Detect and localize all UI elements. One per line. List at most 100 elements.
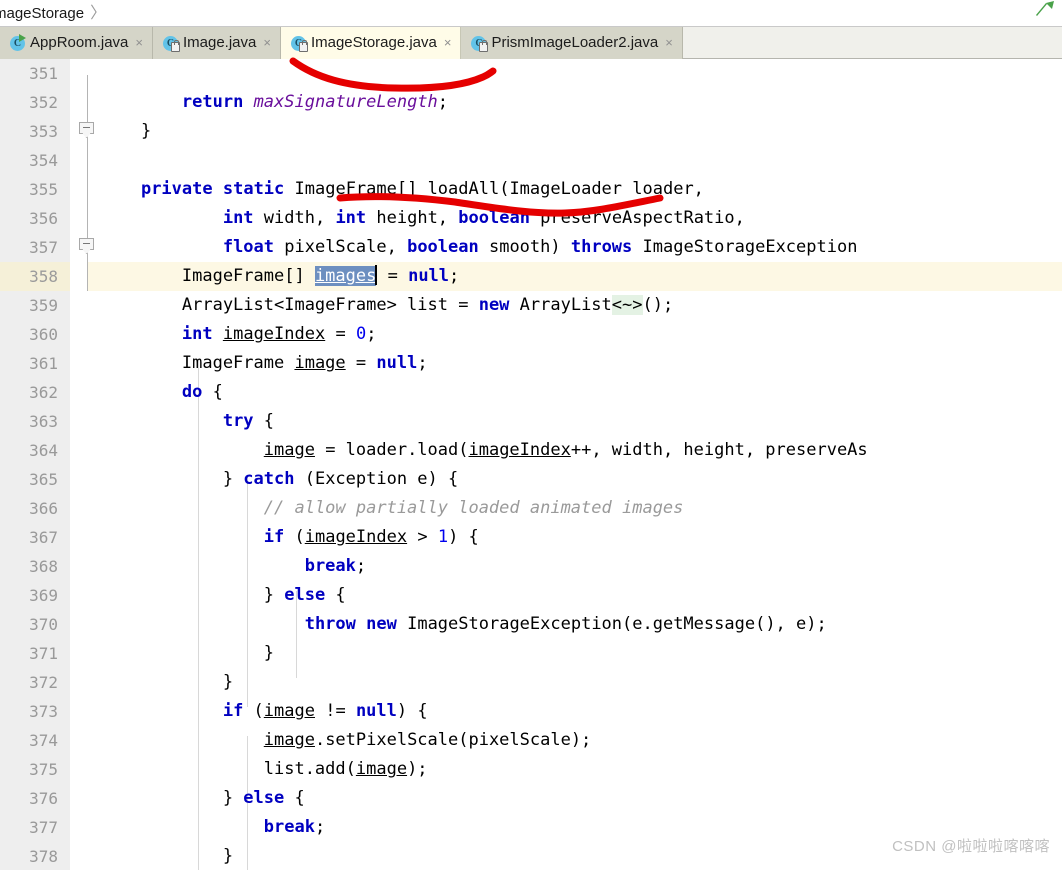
green-check-arrow-icon[interactable]: [1034, 0, 1056, 20]
line-content[interactable]: }: [100, 668, 233, 697]
code-line[interactable]: 362 do {: [0, 378, 1062, 407]
java-class-locked-icon: C: [290, 35, 308, 52]
line-content[interactable]: }: [100, 639, 274, 668]
code-line[interactable]: 371 }: [0, 639, 1062, 668]
java-class-locked-icon: C: [162, 35, 180, 52]
selected-token[interactable]: images: [314, 266, 377, 286]
line-content[interactable]: int width, int height, boolean preserveA…: [100, 204, 745, 233]
line-content[interactable]: if (image != null) {: [100, 697, 428, 726]
tab-image-java[interactable]: C Image.java ×: [152, 27, 281, 59]
line-content[interactable]: image = loader.load(imageIndex++, width,…: [100, 436, 868, 465]
line-number: 367: [29, 528, 58, 547]
watermark: CSDN @啦啦啦喀喀喀: [892, 838, 1050, 855]
line-number: 360: [29, 325, 58, 344]
code-line[interactable]: 373 if (image != null) {: [0, 697, 1062, 726]
line-number: 362: [29, 383, 58, 402]
line-content[interactable]: break;: [100, 813, 325, 842]
line-number: 369: [29, 586, 58, 605]
line-number: 377: [29, 818, 58, 837]
line-content[interactable]: return maxSignatureLength;: [100, 88, 448, 117]
line-content[interactable]: } else {: [100, 784, 305, 813]
tab-close-icon[interactable]: ×: [135, 27, 143, 59]
breadcrumb-class-name[interactable]: mageStorage: [0, 0, 84, 27]
code-line[interactable]: 372 }: [0, 668, 1062, 697]
line-number: 356: [29, 209, 58, 228]
line-content[interactable]: private static ImageFrame[] loadAll(Imag…: [100, 175, 704, 204]
code-line[interactable]: 363 try {: [0, 407, 1062, 436]
tab-close-icon[interactable]: ×: [665, 27, 673, 59]
tab-label: AppRoom.java: [30, 34, 129, 51]
line-number: 373: [29, 702, 58, 721]
line-number: 372: [29, 673, 58, 692]
code-line[interactable]: 355 private static ImageFrame[] loadAll(…: [0, 175, 1062, 204]
line-content[interactable]: } else {: [100, 581, 346, 610]
line-number: 370: [29, 615, 58, 634]
code-line[interactable]: 375 list.add(image);: [0, 755, 1062, 784]
line-content[interactable]: do {: [100, 378, 223, 407]
line-number: 378: [29, 847, 58, 866]
java-class-locked-icon: C: [471, 35, 489, 52]
tab-approom-java[interactable]: C AppRoom.java ×: [0, 27, 153, 59]
tab-label: Image.java: [182, 34, 257, 51]
line-number: 365: [29, 470, 58, 489]
code-line[interactable]: 359 ArrayList<ImageFrame> list = new Arr…: [0, 291, 1062, 320]
tab-imagestorage-java[interactable]: C ImageStorage.java ×: [280, 27, 462, 59]
code-line[interactable]: 369 } else {: [0, 581, 1062, 610]
line-content[interactable]: image.setPixelScale(pixelScale);: [100, 726, 592, 755]
code-line[interactable]: 354: [0, 146, 1062, 175]
line-content[interactable]: ImageFrame[] images = null;: [100, 262, 459, 291]
line-content[interactable]: int imageIndex = 0;: [100, 320, 377, 349]
code-line[interactable]: 365 } catch (Exception e) {: [0, 465, 1062, 494]
line-content[interactable]: if (imageIndex > 1) {: [100, 523, 479, 552]
code-editor[interactable]: 351 352 return maxSignatureLength; 353 }…: [0, 59, 1062, 870]
editor-tab-bar: C AppRoom.java × C Image.java × C ImageS…: [0, 27, 1062, 59]
code-line[interactable]: 374 image.setPixelScale(pixelScale);: [0, 726, 1062, 755]
line-number: 352: [29, 93, 58, 112]
line-number: 359: [29, 296, 58, 315]
ide-editor-window: mageStorage 〉 C AppRoom.java × C Image.j…: [0, 0, 1062, 870]
tab-prismimageloader2-java[interactable]: C PrismImageLoader2.java ×: [461, 27, 683, 59]
line-content[interactable]: try {: [100, 407, 274, 436]
tab-close-icon[interactable]: ×: [444, 27, 452, 59]
line-number: 371: [29, 644, 58, 663]
line-number: 353: [29, 122, 58, 141]
code-line[interactable]: 370 throw new ImageStorageException(e.ge…: [0, 610, 1062, 639]
code-line[interactable]: 351: [0, 59, 1062, 88]
code-line[interactable]: 361 ImageFrame image = null;: [0, 349, 1062, 378]
line-content[interactable]: throw new ImageStorageException(e.getMes…: [100, 610, 827, 639]
line-number: 375: [29, 760, 58, 779]
line-content[interactable]: }: [100, 117, 151, 146]
line-content[interactable]: list.add(image);: [100, 755, 428, 784]
code-line[interactable]: 367 if (imageIndex > 1) {: [0, 523, 1062, 552]
line-number: 376: [29, 789, 58, 808]
code-line[interactable]: 368 break;: [0, 552, 1062, 581]
code-line[interactable]: 352 return maxSignatureLength;: [0, 88, 1062, 117]
line-content[interactable]: ImageFrame image = null;: [100, 349, 428, 378]
line-number: 363: [29, 412, 58, 431]
code-line[interactable]: 360 int imageIndex = 0;: [0, 320, 1062, 349]
code-line[interactable]: 366 // allow partially loaded animated i…: [0, 494, 1062, 523]
line-number: 357: [29, 238, 58, 257]
line-content[interactable]: // allow partially loaded animated image…: [100, 494, 684, 523]
code-line[interactable]: 376 } else {: [0, 784, 1062, 813]
breadcrumb-separator-icon: 〉: [90, 4, 107, 22]
line-number: 364: [29, 441, 58, 460]
code-line[interactable]: 357 float pixelScale, boolean smooth) th…: [0, 233, 1062, 262]
line-content[interactable]: }: [100, 842, 233, 870]
tab-bar-filler: [682, 27, 1062, 58]
line-content[interactable]: break;: [100, 552, 366, 581]
line-content[interactable]: } catch (Exception e) {: [100, 465, 458, 494]
line-number: 351: [29, 64, 58, 83]
breadcrumb[interactable]: mageStorage 〉: [0, 0, 1062, 27]
line-number: 358: [29, 267, 58, 286]
line-number: 354: [29, 151, 58, 170]
code-line[interactable]: 364 image = loader.load(imageIndex++, wi…: [0, 436, 1062, 465]
tab-label: ImageStorage.java: [310, 34, 437, 51]
line-content[interactable]: float pixelScale, boolean smooth) throws…: [100, 233, 858, 262]
line-number: 374: [29, 731, 58, 750]
code-line-current[interactable]: 358 ImageFrame[] images = null;: [0, 262, 1062, 291]
code-line[interactable]: 353 }: [0, 117, 1062, 146]
code-line[interactable]: 356 int width, int height, boolean prese…: [0, 204, 1062, 233]
tab-close-icon[interactable]: ×: [263, 27, 271, 59]
line-content[interactable]: ArrayList<ImageFrame> list = new ArrayLi…: [100, 291, 673, 320]
